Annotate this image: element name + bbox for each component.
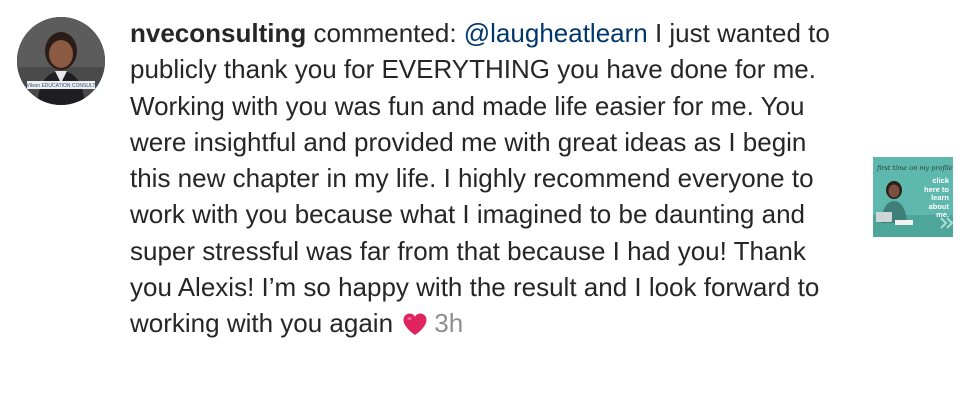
post-thumbnail[interactable]: first time on my profile? click here to … bbox=[873, 157, 953, 237]
timestamp: 3h bbox=[434, 308, 464, 339]
user-avatar[interactable]: Nia Vilson EDUCATION CONSULTING bbox=[17, 17, 105, 105]
username-link[interactable]: nveconsulting bbox=[130, 18, 306, 48]
thumbnail-caption: first time on my profile? bbox=[877, 164, 953, 172]
thumbnail-cta: click here to learn about me. bbox=[923, 176, 949, 219]
avatar-photo: Nia Vilson EDUCATION CONSULTING bbox=[17, 17, 105, 105]
comment-notification[interactable]: Nia Vilson EDUCATION CONSULTING nveconsu… bbox=[0, 0, 972, 400]
comment-text: nveconsulting commented: @laugheatlearn … bbox=[130, 15, 850, 346]
action-text: commented: bbox=[306, 18, 464, 48]
red-heart-icon bbox=[402, 309, 428, 345]
comment-body: I just wanted to publicly thank you for … bbox=[130, 18, 830, 339]
avatar-logo-text: Nia Vilson EDUCATION CONSULTING bbox=[18, 83, 105, 89]
mention-link[interactable]: @laugheatlearn bbox=[464, 18, 648, 48]
